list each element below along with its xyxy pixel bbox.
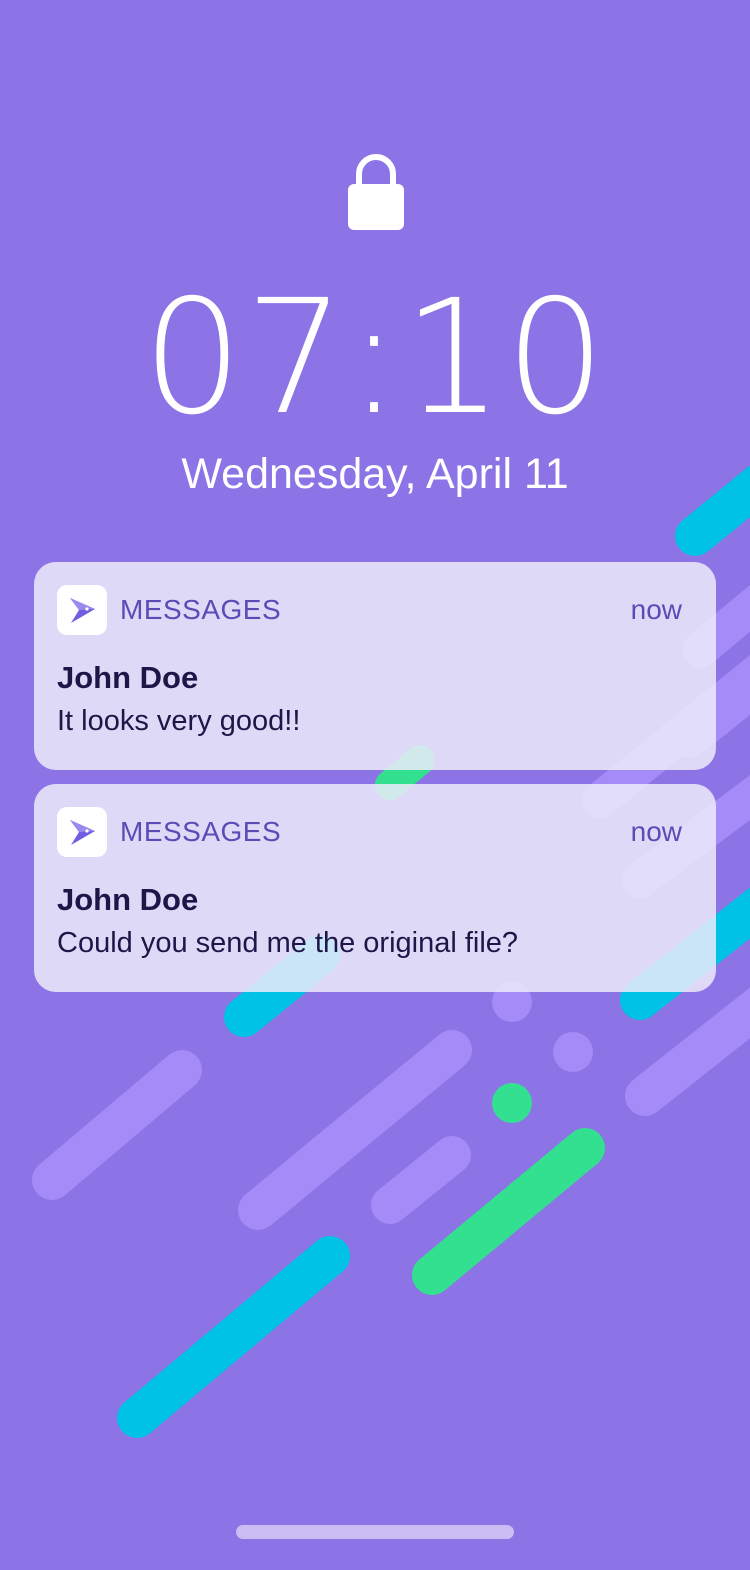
notification-time: now — [630, 594, 682, 625]
notification-app-name: MESSAGES — [120, 594, 282, 625]
notification-sender: John Doe — [57, 660, 199, 695]
notification-sender: John Doe — [57, 882, 199, 917]
notification-message: It looks very good!! — [57, 705, 301, 737]
notification-message: Could you send me the original file? — [57, 927, 519, 959]
notification-card[interactable]: MESSAGES now John Doe Could you send me … — [34, 784, 716, 992]
messages-app-icon — [57, 807, 107, 857]
lock-screen-date: Wednesday, April 11 — [181, 450, 569, 498]
lock-screen-clock: 07:10 — [142, 266, 608, 450]
lock-icon — [348, 154, 404, 230]
home-indicator[interactable] — [236, 1525, 514, 1539]
notification-card[interactable]: MESSAGES now John Doe It looks very good… — [34, 562, 716, 770]
notification-app-name: MESSAGES — [120, 816, 282, 847]
lock-screen: 07:10 Wednesday, April 11 MESSAGES now J… — [0, 0, 750, 1570]
messages-app-icon — [57, 585, 107, 635]
notification-time: now — [630, 816, 682, 847]
